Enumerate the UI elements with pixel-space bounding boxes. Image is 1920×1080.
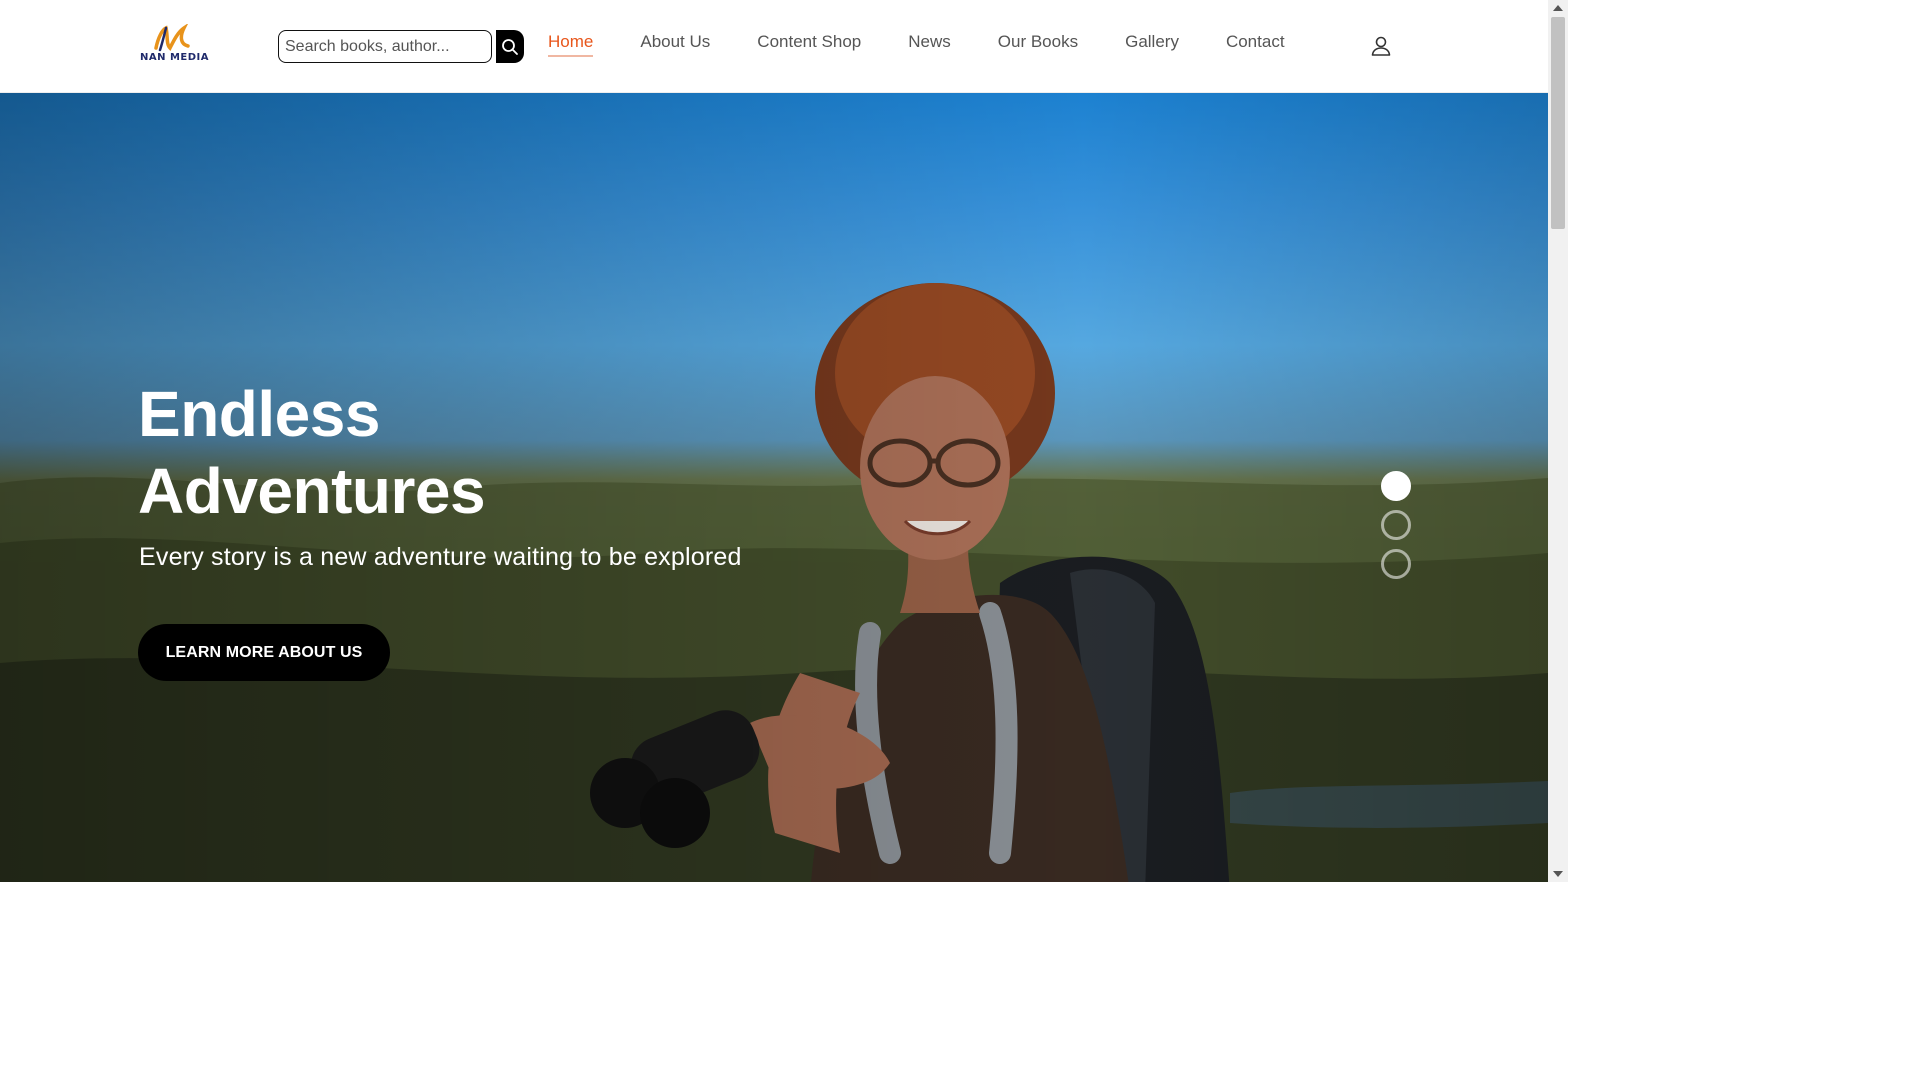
logo[interactable]: NAN MEDIA xyxy=(140,22,210,66)
page-viewport: NAN MEDIA Home About Us Content Shop New… xyxy=(0,0,1548,882)
search-button[interactable] xyxy=(496,30,524,63)
slide-dot-1[interactable] xyxy=(1381,471,1411,501)
hero-subtitle: Every story is a new adventure waiting t… xyxy=(139,543,742,571)
account-button[interactable] xyxy=(1369,34,1393,58)
search-input[interactable] xyxy=(278,30,492,63)
slider-pagination xyxy=(1381,471,1411,588)
page-scrollbar[interactable] xyxy=(1548,0,1568,882)
search-icon xyxy=(502,38,518,55)
hero-banner: Endless Adventures Every story is a new … xyxy=(0,93,1548,882)
scroll-thumb[interactable] xyxy=(1551,17,1565,229)
nav-gallery[interactable]: Gallery xyxy=(1125,32,1179,57)
main-nav: Home About Us Content Shop News Our Book… xyxy=(548,32,1332,57)
logo-mark-icon xyxy=(154,22,190,52)
nav-contact[interactable]: Contact xyxy=(1226,32,1285,57)
nav-home[interactable]: Home xyxy=(548,32,594,57)
scroll-up-icon[interactable] xyxy=(1553,5,1563,11)
scroll-down-icon[interactable] xyxy=(1553,871,1563,877)
slide-dot-3[interactable] xyxy=(1381,549,1411,579)
site-header: NAN MEDIA Home About Us Content Shop New… xyxy=(0,0,1548,93)
user-icon xyxy=(1371,36,1391,56)
nav-our-books[interactable]: Our Books xyxy=(998,32,1078,57)
logo-text: NAN MEDIA xyxy=(140,52,210,63)
slide-dot-2[interactable] xyxy=(1381,510,1411,540)
nav-news[interactable]: News xyxy=(908,32,951,57)
learn-more-button[interactable]: LEARN MORE ABOUT US xyxy=(138,624,390,681)
hero-title: Endless Adventures xyxy=(138,378,486,527)
nav-about-us[interactable]: About Us xyxy=(640,32,710,57)
nav-content-shop[interactable]: Content Shop xyxy=(757,32,861,57)
